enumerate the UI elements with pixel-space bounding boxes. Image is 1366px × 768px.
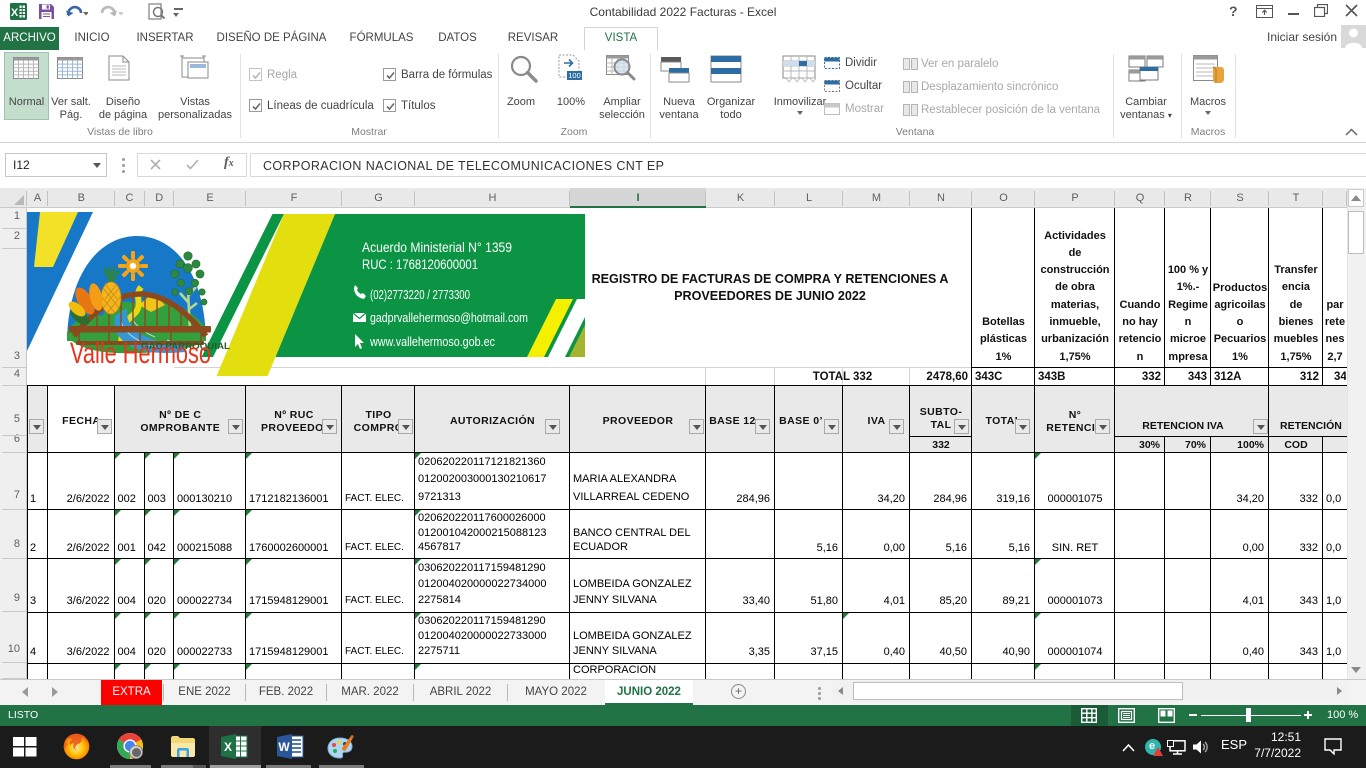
svg-text:X: X (224, 740, 232, 754)
svg-text:X: X (11, 7, 19, 19)
svg-text:Acuerdo Ministerial N° 1359: Acuerdo Ministerial N° 1359 (362, 240, 512, 255)
svg-text:Valle Hermoso: Valle Hermoso (70, 337, 211, 370)
svg-text:gadprvallehermoso@hotmail.com: gadprvallehermoso@hotmail.com (370, 311, 528, 325)
svg-text:W: W (278, 740, 290, 754)
svg-text:(02)2773220 / 2773300: (02)2773220 / 2773300 (370, 288, 470, 302)
svg-text:100: 100 (568, 71, 581, 80)
svg-text:RUC : 1768120600001: RUC : 1768120600001 (362, 257, 478, 272)
svg-text:www.vallehermoso.gob.ec: www.vallehermoso.gob.ec (369, 335, 495, 349)
